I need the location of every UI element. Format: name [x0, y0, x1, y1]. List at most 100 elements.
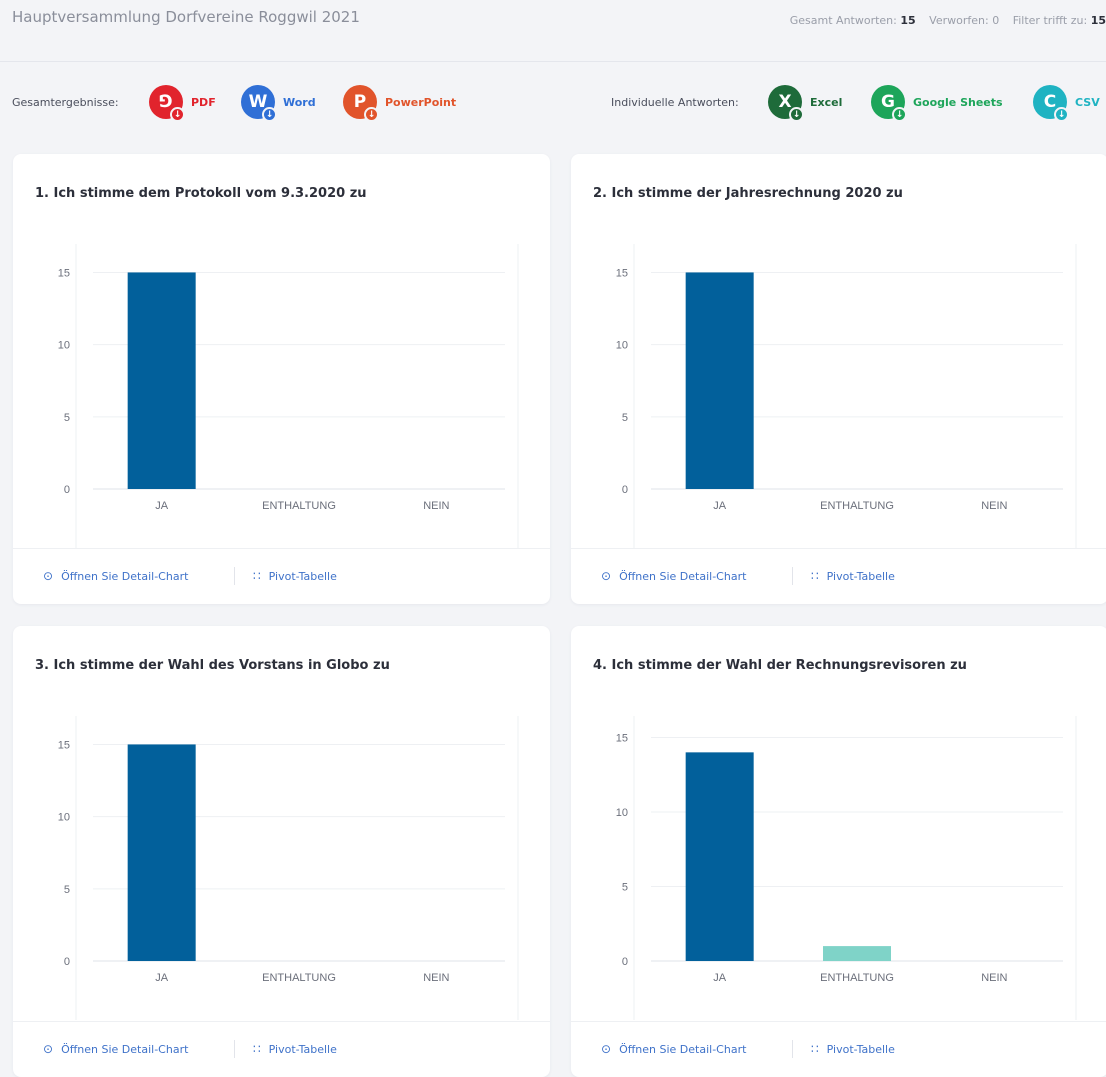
x-tick-label: ENTHALTUNG: [262, 972, 336, 984]
excel-icon: X ↓: [768, 85, 804, 122]
open-detail-chart-button[interactable]: ⊙ Öffnen Sie Detail-Chart: [43, 569, 188, 583]
chart-icon: ⊙: [601, 569, 612, 583]
response-stats: Gesamt Antworten: 15 Verworfen: 0 Filter…: [780, 14, 1106, 27]
card-footer: ⊙ Öffnen Sie Detail-Chart ∷ Pivot-Tabelle: [571, 1021, 1106, 1077]
detail-chart-label: Öffnen Sie Detail-Chart: [61, 569, 189, 583]
question-card: 4. Ich stimme der Wahl der Rechnungsrevi…: [571, 626, 1106, 1077]
export-excel-button[interactable]: X ↓ Excel: [768, 84, 843, 122]
grid-icon: ∷: [811, 1042, 819, 1056]
x-tick-label: ENTHALTUNG: [262, 500, 336, 512]
open-detail-chart-button[interactable]: ⊙ Öffnen Sie Detail-Chart: [601, 569, 746, 583]
export-powerpoint-button[interactable]: P ↓ PowerPoint: [343, 84, 456, 122]
download-icon: ↓: [789, 107, 804, 122]
individual-responses-label: Individuelle Antworten:: [611, 96, 739, 109]
export-csv-button[interactable]: C ↓ CSV: [1033, 84, 1100, 122]
pdf-icon: ⅁ ↓: [149, 85, 185, 122]
csv-icon: C ↓: [1033, 85, 1069, 122]
total-responses-label: Gesamt Antworten:: [789, 14, 897, 27]
y-tick-label: 15: [616, 732, 628, 744]
bar-ja: [127, 272, 196, 489]
y-tick-label: 10: [58, 812, 70, 824]
x-tick-label: NEIN: [981, 500, 1007, 512]
export-toolbar: Gesamtergebnisse: ⅁ ↓ PDF W ↓ Word P ↓ PowerPoin…: [0, 80, 1106, 124]
bar-ja: [127, 744, 196, 961]
discarded-value: 0: [992, 14, 1000, 27]
y-tick-label: 0: [622, 484, 628, 496]
question-card: 2. Ich stimme der Jahresrechnung 2020 zu…: [571, 154, 1106, 604]
footer-divider: [234, 567, 235, 585]
download-icon: ↓: [892, 107, 907, 122]
x-tick-label: JA: [713, 500, 727, 512]
pivot-table-label: Pivot-Tabelle: [826, 1042, 895, 1056]
grid-icon: ∷: [253, 1042, 261, 1056]
x-tick-label: NEIN: [423, 500, 449, 512]
footer-divider: [792, 567, 793, 585]
y-tick-label: 5: [64, 412, 70, 424]
y-tick-label: 5: [622, 412, 628, 424]
x-tick-label: JA: [713, 972, 727, 984]
footer-divider: [792, 1040, 793, 1058]
export-label: PDF: [191, 95, 216, 109]
x-tick-label: NEIN: [981, 972, 1007, 984]
export-label: CSV: [1075, 95, 1100, 109]
bar-chart: 0 5 10 15 JA ENTHALTUNG NEIN: [616, 716, 1077, 1020]
x-tick-label: NEIN: [423, 972, 449, 984]
open-detail-chart-button[interactable]: ⊙ Öffnen Sie Detail-Chart: [601, 1042, 746, 1056]
discarded-label: Verworfen:: [929, 14, 989, 27]
bar-chart: 0 5 10 15 JA ENTHALTUNG NEIN: [58, 716, 519, 1020]
export-google-sheets-button[interactable]: G ↓ Google Sheets: [871, 84, 1003, 122]
y-tick-label: 5: [622, 881, 628, 893]
download-icon: ↓: [170, 107, 185, 122]
x-tick-label: JA: [155, 500, 169, 512]
grid-icon: ∷: [253, 569, 261, 583]
export-word-button[interactable]: W ↓ Word: [241, 84, 316, 122]
pivot-table-button[interactable]: ∷ Pivot-Tabelle: [253, 569, 337, 583]
y-tick-label: 0: [64, 484, 70, 496]
pivot-table-button[interactable]: ∷ Pivot-Tabelle: [811, 1042, 895, 1056]
pivot-table-label: Pivot-Tabelle: [826, 569, 895, 583]
powerpoint-icon: P ↓: [343, 85, 379, 122]
export-label: Excel: [810, 95, 843, 109]
y-tick-label: 0: [64, 956, 70, 968]
card-footer: ⊙ Öffnen Sie Detail-Chart ∷ Pivot-Tabelle: [13, 1021, 550, 1077]
chart-icon: ⊙: [43, 569, 54, 583]
y-tick-label: 15: [616, 267, 628, 279]
filter-matches: Filter trifft zu: 15: [1013, 14, 1106, 27]
y-tick-label: 0: [622, 956, 628, 968]
download-icon: ↓: [262, 107, 277, 122]
discarded-responses: Verworfen: 0: [929, 14, 999, 27]
bar-chart: 0 5 10 15 JA ENTHALTUNG NEIN: [616, 244, 1077, 548]
footer-divider: [234, 1040, 235, 1058]
word-icon: W ↓: [241, 85, 277, 122]
download-icon: ↓: [1054, 107, 1069, 122]
open-detail-chart-button[interactable]: ⊙ Öffnen Sie Detail-Chart: [43, 1042, 188, 1056]
export-pdf-button[interactable]: ⅁ ↓ PDF: [149, 84, 216, 122]
overall-results-label: Gesamtergebnisse:: [12, 96, 119, 109]
x-tick-label: JA: [155, 972, 169, 984]
detail-chart-label: Öffnen Sie Detail-Chart: [619, 1042, 747, 1056]
card-footer: ⊙ Öffnen Sie Detail-Chart ∷ Pivot-Tabelle: [571, 548, 1106, 604]
detail-chart-label: Öffnen Sie Detail-Chart: [619, 569, 747, 583]
y-tick-label: 15: [58, 739, 70, 751]
filter-value: 15: [1090, 14, 1106, 27]
pivot-table-label: Pivot-Tabelle: [268, 569, 337, 583]
google-sheets-icon: G ↓: [871, 85, 907, 122]
survey-header: Hauptversammlung Dorfvereine Roggwil 202…: [0, 0, 1106, 62]
total-responses: Gesamt Antworten: 15: [790, 14, 916, 27]
export-label: Google Sheets: [913, 95, 1003, 109]
x-tick-label: ENTHALTUNG: [820, 500, 894, 512]
bar-enthaltung: [823, 946, 891, 961]
y-tick-label: 10: [58, 340, 70, 352]
download-icon: ↓: [364, 107, 379, 122]
export-label: Word: [283, 95, 316, 109]
card-footer: ⊙ Öffnen Sie Detail-Chart ∷ Pivot-Tabelle: [13, 548, 550, 604]
detail-chart-label: Öffnen Sie Detail-Chart: [61, 1042, 189, 1056]
grid-icon: ∷: [811, 569, 819, 583]
survey-title: Hauptversammlung Dorfvereine Roggwil 202…: [12, 8, 360, 26]
pivot-table-button[interactable]: ∷ Pivot-Tabelle: [811, 569, 895, 583]
total-responses-value: 15: [900, 14, 916, 27]
y-tick-label: 15: [58, 267, 70, 279]
chart-icon: ⊙: [601, 1042, 612, 1056]
bar-ja: [685, 752, 754, 961]
pivot-table-button[interactable]: ∷ Pivot-Tabelle: [253, 1042, 337, 1056]
